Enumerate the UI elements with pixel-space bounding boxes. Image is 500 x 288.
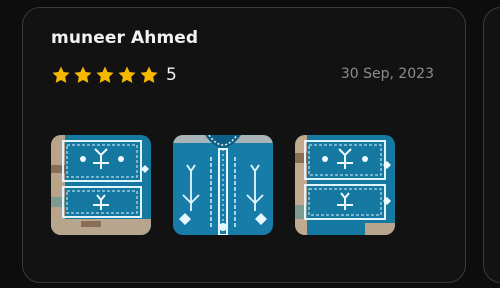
star-icon [73, 65, 93, 85]
star-icon [139, 65, 159, 85]
star-icon [51, 65, 71, 85]
review-date: 30 Sep, 2023 [340, 66, 434, 82]
next-review-card [483, 7, 500, 283]
reviewer-name: muneer Ahmed [51, 28, 199, 48]
rating-value: 5 [166, 65, 177, 85]
review-images [51, 135, 417, 235]
star-icon [117, 65, 137, 85]
review-image-2[interactable] [173, 135, 273, 235]
reviews-screen: muneer Ahmed 5 30 Sep, 2023 [0, 0, 500, 288]
review-image-3[interactable] [295, 135, 395, 235]
review-card: muneer Ahmed 5 30 Sep, 2023 [22, 7, 466, 283]
star-icon [95, 65, 115, 85]
star-rating: 5 [51, 64, 177, 86]
review-image-1[interactable] [51, 135, 151, 235]
